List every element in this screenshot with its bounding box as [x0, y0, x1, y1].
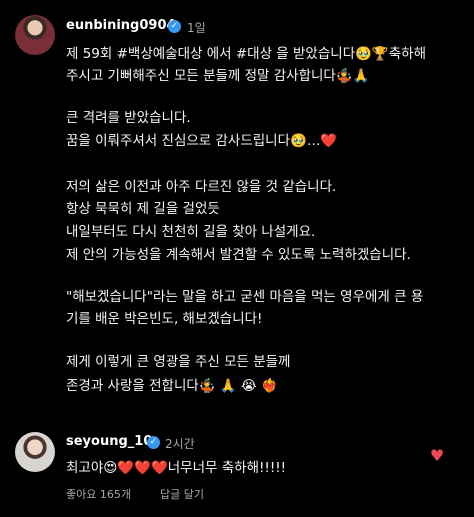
post-username[interactable]: eunbining0904 — [66, 18, 176, 33]
caption-line: 저의 삶은 이전과 아주 다르진 않을 것 같습니다. — [66, 179, 337, 195]
post-time: 1일 — [187, 21, 206, 35]
caption-line: 큰 격려를 받았습니다. — [66, 110, 191, 126]
caption-line: 제게 이렇게 큰 영광을 주신 모든 분들께 — [66, 354, 291, 370]
comment-likes-count[interactable]: 좋아요 165개 — [66, 486, 131, 502]
caption-line: 제 안의 가능성을 계속해서 발견할 수 있도록 노력하겠습니다. — [66, 247, 411, 263]
reply-button[interactable]: 답글 달기 — [160, 486, 204, 502]
avatar[interactable] — [15, 15, 55, 55]
caption-line: "해보겠습니다"라는 말을 하고 굳센 마음을 먹는 영우에게 큰 용 — [66, 289, 424, 305]
heart-icon[interactable]: ♥ — [428, 447, 446, 465]
comment-username[interactable]: seyoung_10 — [66, 434, 152, 449]
caption-line: 꿈을 이뤄주셔서 진심으로 감사드립니다🥹…❤️ — [66, 133, 338, 149]
caption-line: 주시고 기뻐해주신 모든 분들께 정말 감사합니다🤹🙏 — [66, 68, 370, 84]
comment-time: 2시간 — [165, 437, 195, 451]
caption-line: 제 59회 #백상예술대상 에서 #대상 을 받았습니다🥹🏆축하해 — [66, 46, 426, 62]
commenter-avatar[interactable] — [15, 432, 55, 472]
caption-line: 존경과 사랑을 전합니다🤹 🙏 😭 ❤️‍🔥 — [66, 378, 278, 394]
caption-line: 내일부터도 다시 천천히 길을 찾아 나설게요. — [66, 224, 316, 240]
verified-badge-icon: ✓ — [168, 20, 181, 33]
verified-badge-icon: ✓ — [147, 436, 160, 449]
caption-line: 항상 묵묵히 제 길을 걸었듯 — [66, 201, 220, 217]
comment-text: 최고야😍❤️❤️❤️너무너무 축하해!!!!! — [66, 460, 287, 476]
caption-line: 기를 배운 박은빈도, 해보겠습니다! — [66, 311, 263, 327]
